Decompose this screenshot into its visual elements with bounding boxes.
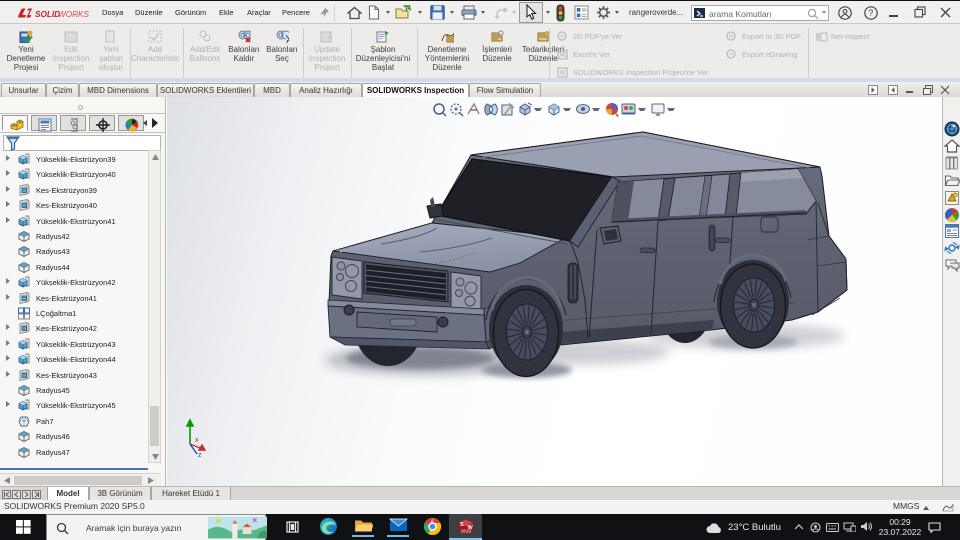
svg-text:S: S	[460, 522, 464, 528]
svg-text:SOLID: SOLID	[35, 10, 60, 19]
svg-text:z: z	[198, 452, 202, 457]
svg-text:x: x	[195, 437, 199, 444]
svg-text:WORKS: WORKS	[58, 10, 89, 19]
svg-text:2020: 2020	[461, 529, 472, 534]
svg-text:?: ?	[868, 8, 873, 18]
